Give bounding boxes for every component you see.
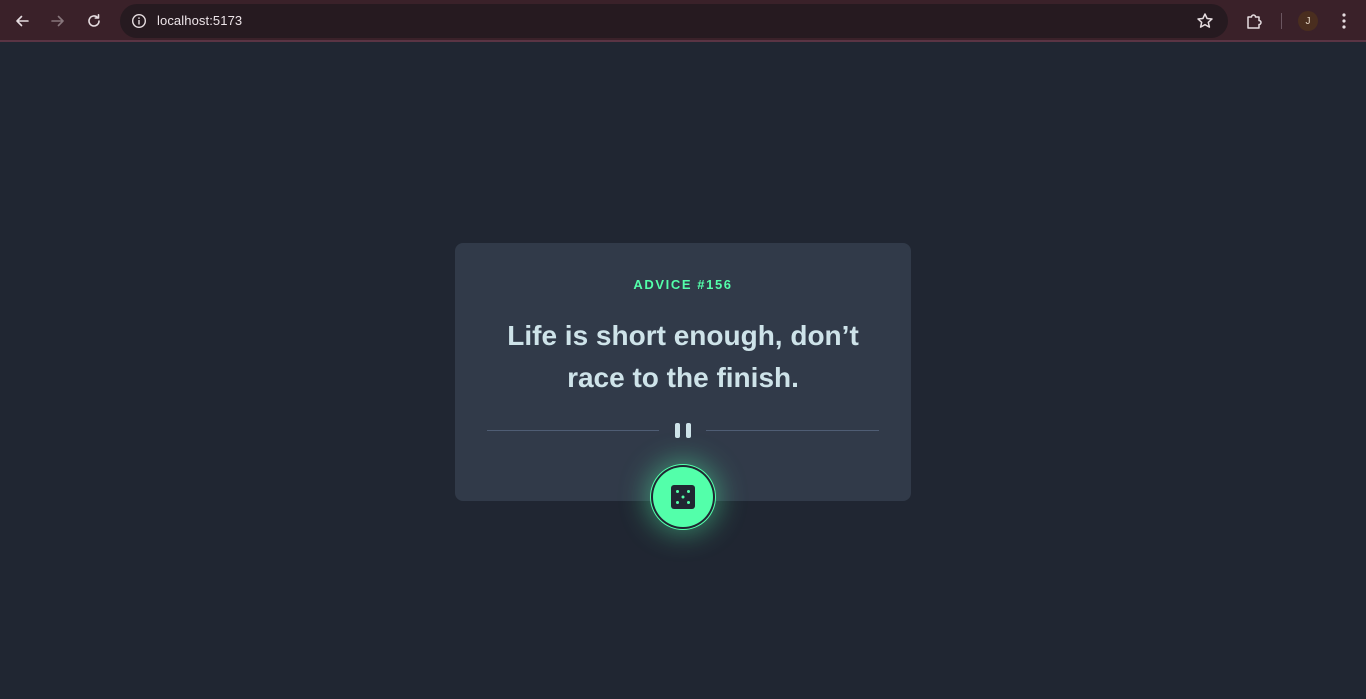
- reload-icon: [88, 14, 100, 27]
- extensions-icon[interactable]: [1244, 11, 1264, 31]
- pause-icon: [675, 423, 691, 438]
- star-icon[interactable]: [1196, 12, 1214, 30]
- address-bar[interactable]: localhost:5173: [120, 4, 1228, 38]
- browser-toolbar: localhost:5173 J: [0, 0, 1366, 42]
- info-icon[interactable]: [131, 13, 147, 29]
- advice-id-label: ADVICE #156: [633, 277, 733, 292]
- kebab-menu-icon[interactable]: [1334, 11, 1354, 31]
- forward-button[interactable]: [45, 8, 71, 34]
- advice-quote: Life is short enough, don’t race to the …: [507, 320, 859, 393]
- back-arrow-icon: [16, 15, 29, 27]
- advice-card: ADVICE #156 Life is short enough, don’t …: [455, 243, 911, 501]
- new-advice-button[interactable]: [653, 467, 713, 527]
- back-button[interactable]: [9, 8, 35, 34]
- toolbar-separator: [1281, 13, 1282, 29]
- forward-arrow-icon: [51, 15, 64, 27]
- reload-button[interactable]: [81, 8, 107, 34]
- profile-avatar[interactable]: J: [1298, 11, 1318, 31]
- url-text[interactable]: localhost:5173: [157, 13, 242, 28]
- divider-line-right: [706, 430, 879, 431]
- divider-line-left: [487, 430, 659, 431]
- dice-icon: [671, 485, 695, 509]
